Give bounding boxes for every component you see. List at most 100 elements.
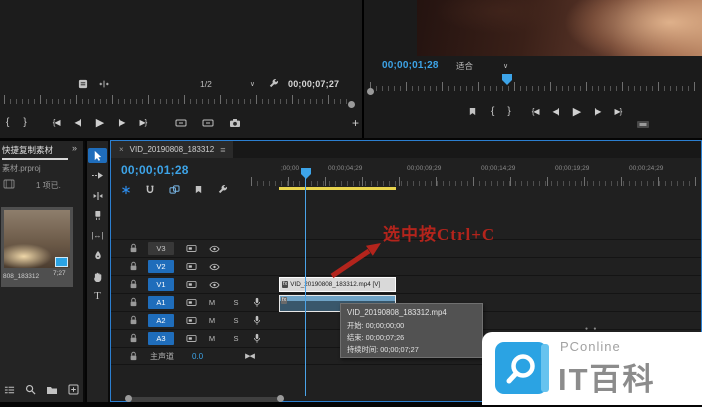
overwrite-button-icon[interactable] (202, 118, 214, 128)
track-target-icon[interactable] (186, 244, 197, 253)
track-row-v2[interactable]: V2 (111, 257, 701, 275)
add-marker-icon[interactable] (468, 107, 477, 117)
export-frame-camera-icon[interactable] (229, 118, 241, 128)
mute-button[interactable]: M (207, 334, 217, 343)
track-target-icon[interactable] (186, 298, 197, 307)
source-time-ruler[interactable] (4, 95, 352, 104)
program-position-timecode[interactable]: 00;00;01;28 (382, 60, 439, 71)
mark-in-button[interactable]: { (6, 118, 8, 128)
program-scale-select[interactable]: 适合 ∨ (456, 60, 508, 72)
track-label[interactable]: V3 (148, 242, 174, 255)
nest-sequence-icon[interactable] (121, 185, 131, 195)
voiceover-mic-icon[interactable] (253, 297, 261, 308)
goto-in-button[interactable]: {◀ (53, 119, 60, 127)
track-select-tool[interactable] (88, 168, 107, 183)
snap-magnet-icon[interactable] (145, 185, 155, 195)
track-row-v1[interactable]: V1 (111, 275, 701, 293)
step-back-button[interactable]: ◀| (75, 119, 81, 127)
source-zoom-select[interactable]: 1/2 ∨ (200, 79, 255, 89)
track-label[interactable]: A1 (148, 296, 174, 309)
lock-icon[interactable] (129, 243, 138, 254)
close-icon[interactable]: × (119, 145, 124, 154)
goto-out-button[interactable]: ▶} (139, 119, 146, 127)
new-bin-folder-icon[interactable] (46, 384, 58, 395)
zoom-handle-left[interactable] (125, 395, 132, 402)
track-label[interactable]: A2 (148, 314, 174, 327)
goto-out-button[interactable]: ▶} (614, 108, 621, 116)
master-level-value[interactable]: 0.0 (192, 352, 203, 361)
track-target-icon[interactable] (186, 316, 197, 325)
step-back-button[interactable]: ◀| (553, 108, 559, 116)
voiceover-mic-icon[interactable] (253, 315, 261, 326)
lock-icon[interactable] (129, 279, 138, 290)
play-button[interactable]: ▶ (96, 118, 103, 129)
step-forward-button[interactable]: |▶ (594, 108, 600, 116)
pen-tool[interactable] (88, 248, 107, 263)
new-item-icon[interactable] (68, 384, 79, 395)
source-scrollbar-handle[interactable] (348, 101, 355, 108)
selection-tool[interactable] (88, 148, 107, 163)
track-visibility-eye-icon[interactable] (209, 245, 220, 253)
linked-selection-icon[interactable] (169, 185, 180, 194)
mark-out-button[interactable]: } (507, 107, 509, 117)
lock-icon[interactable] (129, 333, 138, 344)
solo-button[interactable]: S (231, 316, 241, 325)
lock-icon[interactable] (129, 261, 138, 272)
track-label[interactable]: A3 (148, 332, 174, 345)
goto-in-button[interactable]: {◀ (532, 108, 539, 116)
lock-icon[interactable] (129, 315, 138, 326)
work-area-bar[interactable] (279, 187, 396, 190)
timeline-tab-bar: × VID_20190808_183312 ≡ (111, 141, 701, 158)
timeline-zoom-scrollbar[interactable] (129, 397, 281, 402)
slip-tool[interactable]: |↔| (88, 228, 107, 243)
ripple-edit-tool[interactable] (88, 188, 107, 203)
timeline-position-timecode[interactable]: 00;00;01;28 (121, 163, 189, 177)
track-target-icon[interactable] (186, 334, 197, 343)
play-button[interactable]: ▶ (573, 107, 580, 118)
track-label[interactable]: V2 (148, 260, 174, 273)
add-marker-icon[interactable] (194, 185, 203, 195)
list-view-icon[interactable] (4, 384, 15, 395)
mark-in-button[interactable]: { (491, 107, 493, 117)
type-tool[interactable]: T (88, 288, 107, 303)
step-forward-button[interactable]: |▶ (118, 119, 124, 127)
timeline-tab[interactable]: × VID_20190808_183312 ≡ (111, 141, 233, 158)
source-zoom-value: 1/2 (200, 79, 212, 89)
lock-icon[interactable] (129, 351, 138, 362)
track-target-icon[interactable] (186, 280, 197, 289)
timeline-ruler[interactable]: ;00;00 00;00;04;29 00;00;09;29 00;00;14;… (251, 161, 699, 188)
project-tab[interactable]: 快捷复制素材 (2, 144, 68, 160)
mute-button[interactable]: M (207, 298, 217, 307)
tooltip-start: 开始: 00;00;00;00 (347, 320, 476, 332)
track-visibility-eye-icon[interactable] (209, 281, 220, 289)
mute-button[interactable]: M (207, 316, 217, 325)
insert-button-icon[interactable] (175, 118, 187, 128)
panel-menu-icon[interactable]: ≡ (220, 145, 225, 155)
lock-icon[interactable] (129, 297, 138, 308)
project-clip-item[interactable]: 808_183312 7;27 (1, 207, 73, 287)
solo-button[interactable]: S (231, 298, 241, 307)
timeline-settings-wrench-icon[interactable] (217, 184, 228, 195)
add-button[interactable]: + (352, 117, 358, 129)
razor-tool[interactable] (88, 208, 107, 223)
source-duration-timecode: 00;00;07;27 (288, 79, 339, 89)
monitor-settings-icon[interactable] (78, 79, 88, 89)
program-time-ruler[interactable] (370, 82, 698, 91)
comparison-view-icon[interactable] (98, 79, 110, 89)
panel-overflow-chevron[interactable]: » (72, 143, 77, 153)
solo-button[interactable]: S (231, 334, 241, 343)
search-icon[interactable] (25, 384, 36, 395)
track-visibility-eye-icon[interactable] (209, 263, 220, 271)
program-scrollbar-handle[interactable] (367, 88, 374, 95)
source-settings-wrench-icon[interactable] (268, 78, 279, 89)
export-frame-button-icon[interactable] (636, 120, 650, 129)
track-label[interactable]: V1 (148, 278, 174, 291)
track-target-icon[interactable] (186, 262, 197, 271)
hand-tool[interactable] (88, 268, 107, 283)
zoom-handle-right[interactable] (277, 395, 284, 402)
mark-out-button[interactable]: } (23, 118, 25, 128)
fit-track-height-icon[interactable]: ▶◀ (245, 352, 254, 360)
timeline-playhead-line[interactable] (305, 178, 306, 396)
voiceover-mic-icon[interactable] (253, 333, 261, 344)
chevron-down-icon: ∨ (250, 80, 255, 88)
